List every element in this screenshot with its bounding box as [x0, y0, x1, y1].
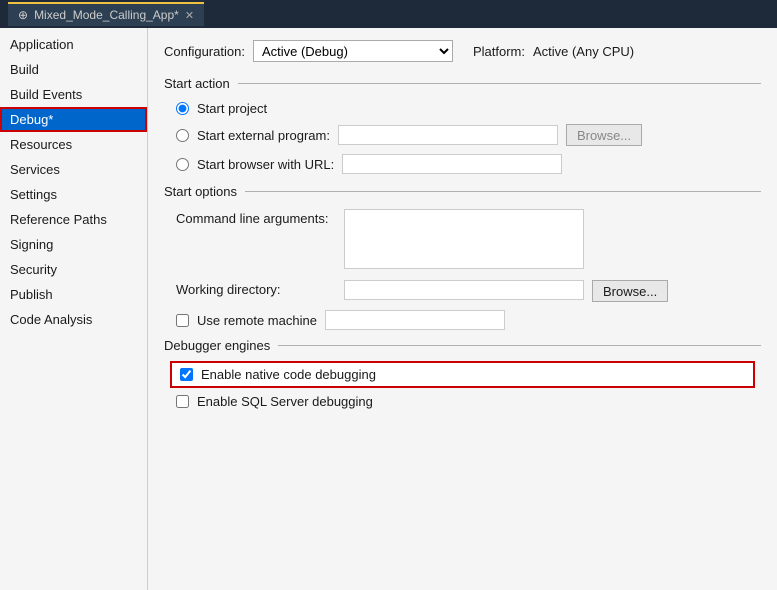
sidebar-item-services[interactable]: Services: [0, 157, 147, 182]
radio-external-program[interactable]: [176, 129, 189, 142]
start-options-section-header: Start options: [164, 184, 761, 199]
title-bar: ⊕ Mixed_Mode_Calling_App* ✕: [0, 0, 777, 28]
radio-external-program-label[interactable]: Start external program:: [197, 128, 330, 143]
radio-start-project[interactable]: [176, 102, 189, 115]
main-layout: Application Build Build Events Debug* Re…: [0, 28, 777, 590]
radio-start-project-row: Start project: [176, 101, 761, 116]
radio-external-program-row: Start external program: Browse...: [176, 124, 761, 146]
sidebar: Application Build Build Events Debug* Re…: [0, 28, 148, 590]
use-remote-checkbox[interactable]: [176, 314, 189, 327]
enable-sql-row: Enable SQL Server debugging: [176, 394, 761, 409]
debugger-engines-divider: [278, 345, 761, 346]
sidebar-item-reference-paths[interactable]: Reference Paths: [0, 207, 147, 232]
start-options-divider: [245, 191, 761, 192]
sidebar-item-settings[interactable]: Settings: [0, 182, 147, 207]
browse-external-button[interactable]: Browse...: [566, 124, 642, 146]
radio-browser-url-row: Start browser with URL:: [176, 154, 761, 174]
configuration-select[interactable]: Active (Debug): [253, 40, 453, 62]
sidebar-item-debug[interactable]: Debug*: [0, 107, 147, 132]
cmd-args-label: Command line arguments:: [176, 209, 336, 226]
sidebar-item-build[interactable]: Build: [0, 57, 147, 82]
enable-sql-checkbox[interactable]: [176, 395, 189, 408]
content-panel: Configuration: Active (Debug) Platform: …: [148, 28, 777, 590]
remote-machine-row: Use remote machine: [176, 310, 761, 330]
start-action-title: Start action: [164, 76, 230, 91]
use-remote-label[interactable]: Use remote machine: [197, 313, 317, 328]
cmd-args-row: Command line arguments:: [176, 209, 761, 272]
working-dir-input[interactable]: [344, 280, 584, 300]
debugger-engines-section-header: Debugger engines: [164, 338, 761, 353]
tab-title: Mixed_Mode_Calling_App*: [34, 8, 179, 22]
platform-value: Active (Any CPU): [533, 44, 634, 59]
sidebar-item-code-analysis[interactable]: Code Analysis: [0, 307, 147, 332]
document-tab[interactable]: ⊕ Mixed_Mode_Calling_App* ✕: [8, 2, 204, 26]
tab-pin-icon: ⊕: [18, 8, 28, 22]
radio-browser-url-label[interactable]: Start browser with URL:: [197, 157, 334, 172]
platform-label: Platform:: [473, 44, 525, 59]
sidebar-item-resources[interactable]: Resources: [0, 132, 147, 157]
working-dir-row: Working directory: Browse...: [176, 280, 761, 302]
enable-native-label[interactable]: Enable native code debugging: [201, 367, 376, 382]
debugger-engines-title: Debugger engines: [164, 338, 270, 353]
sidebar-item-security[interactable]: Security: [0, 257, 147, 282]
start-action-radio-group: Start project Start external program: Br…: [176, 101, 761, 174]
remote-machine-input[interactable]: [325, 310, 505, 330]
tab-close-icon[interactable]: ✕: [185, 9, 194, 22]
sidebar-item-build-events[interactable]: Build Events: [0, 82, 147, 107]
sidebar-item-signing[interactable]: Signing: [0, 232, 147, 257]
enable-native-row: Enable native code debugging: [172, 363, 753, 386]
enable-native-checkbox[interactable]: [180, 368, 193, 381]
working-dir-label: Working directory:: [176, 280, 336, 297]
browser-url-input[interactable]: [342, 154, 562, 174]
configuration-label: Configuration:: [164, 44, 245, 59]
external-program-input[interactable]: [338, 125, 558, 145]
cmd-args-textarea[interactable]: [344, 209, 584, 269]
browse-working-dir-button[interactable]: Browse...: [592, 280, 668, 302]
sidebar-item-publish[interactable]: Publish: [0, 282, 147, 307]
sidebar-item-application[interactable]: Application: [0, 32, 147, 57]
enable-sql-label[interactable]: Enable SQL Server debugging: [197, 394, 373, 409]
start-action-divider: [238, 83, 761, 84]
radio-start-project-label[interactable]: Start project: [197, 101, 267, 116]
start-options-title: Start options: [164, 184, 237, 199]
radio-browser-url[interactable]: [176, 158, 189, 171]
cmd-textarea-wrapper: [344, 209, 584, 272]
start-action-section-header: Start action: [164, 76, 761, 91]
configuration-row: Configuration: Active (Debug) Platform: …: [164, 40, 761, 62]
